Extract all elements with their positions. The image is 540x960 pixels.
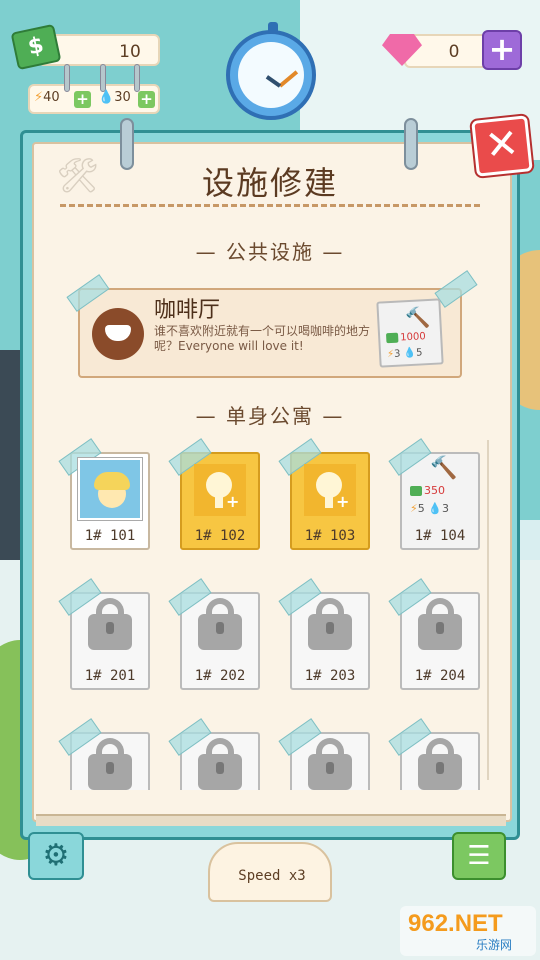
clock-knob <box>268 22 278 34</box>
room-water-value: 3 <box>441 502 449 515</box>
room-number-label: 1# 203 <box>304 668 356 684</box>
pin-icon <box>134 64 140 92</box>
lock-icon-slot <box>326 762 334 774</box>
room-card[interactable]: +1# 102 <box>168 438 260 550</box>
cafe-water-value: 5 <box>415 347 423 359</box>
room-energy-value: 5 <box>417 502 429 515</box>
water-icon: 💧 <box>428 502 442 515</box>
room-card[interactable]: 1# 202 <box>168 578 260 690</box>
add-energy-button[interactable]: + <box>74 91 91 108</box>
clock-hand-minute <box>278 70 299 88</box>
watermark-sub: 乐游网 <box>476 938 513 952</box>
room-number-label: 1# 202 <box>194 668 246 684</box>
energy-icon: ⚡ <box>410 502 418 515</box>
speed-button[interactable]: Speed x3 <box>208 842 332 902</box>
lock-icon-slot <box>436 622 444 634</box>
room-card[interactable] <box>388 718 480 790</box>
cafe-name: 咖啡厅 <box>154 298 221 323</box>
room-card[interactable]: 1# 203 <box>278 578 370 690</box>
add-gems-button[interactable]: + <box>482 30 522 70</box>
cafe-facility-card[interactable]: 咖啡厅 谁不喜欢附近就有一个可以喝咖啡的地方呢？Everyone will lo… <box>66 270 478 378</box>
cafe-description: 谁不喜欢附近就有一个可以喝咖啡的地方呢？Everyone will love i… <box>154 324 371 353</box>
room-card[interactable]: +1# 103 <box>278 438 370 550</box>
clock-hand-hour <box>265 75 282 88</box>
panel-bottom-edge <box>36 814 506 826</box>
room-card[interactable]: 1# 201 <box>58 578 150 690</box>
energy-counter: ⚡40 <box>34 90 60 105</box>
resource-bar: ⚡40 + 💧30 + <box>28 64 160 114</box>
water-icon: 💧 <box>403 347 417 360</box>
water-icon: 💧 <box>98 90 115 105</box>
room-resources: ⚡5 💧3 <box>410 502 449 515</box>
hammer-icon: 🔨 <box>404 304 431 331</box>
room-card[interactable]: 1# 204 <box>388 578 480 690</box>
tenant-hair <box>94 472 130 490</box>
room-number-label: 1# 101 <box>84 528 136 544</box>
room-number-label: 1# 204 <box>414 668 466 684</box>
room-number-label: 1# 103 <box>304 528 356 544</box>
clock-icon[interactable] <box>226 22 316 120</box>
cafe-cost: 1000 <box>385 331 426 344</box>
pin-icon <box>64 64 70 92</box>
cafe-resources: ⚡3 💧5 <box>387 347 423 360</box>
coffee-cup-icon <box>92 308 144 360</box>
cash-icon <box>410 486 422 496</box>
lock-icon-slot <box>106 622 114 634</box>
clock-face <box>238 42 304 108</box>
room-card[interactable]: 🔨 350 ⚡5 💧3 1# 104 <box>388 438 480 550</box>
panel-title: 设施修建 <box>201 164 338 202</box>
room-number-label: 1# 201 <box>84 668 136 684</box>
cafe-cost-value: 1000 <box>399 331 426 344</box>
room-card[interactable] <box>58 718 150 790</box>
room-card[interactable] <box>168 718 260 790</box>
cafe-build-card[interactable]: 🔨 1000 ⚡3 💧5 <box>376 298 444 368</box>
add-water-button[interactable]: + <box>138 91 155 108</box>
task-list-button[interactable]: ☰ <box>452 832 506 880</box>
room-cost-value: 350 <box>424 484 445 497</box>
public-section-title: — 公共设施 — <box>195 240 345 264</box>
room-card[interactable] <box>278 718 370 790</box>
cash-icon <box>385 332 399 344</box>
plus-icon: + <box>336 492 350 511</box>
water-value: 30 <box>114 90 131 105</box>
speed-label: Speed x3 <box>238 868 306 884</box>
room-cost: 350 <box>410 484 445 497</box>
lock-icon-slot <box>326 622 334 634</box>
room-number-label: 1# 104 <box>414 528 466 544</box>
tenant-portrait <box>78 458 142 520</box>
water-counter: 💧30 <box>98 90 131 105</box>
room-grid: 1# 101 +1# 102 +1# 103 🔨 350 ⚡5 💧3 1# 104 1# 20… <box>34 432 484 790</box>
watermark-logo: 962.NET 乐游网 <box>400 906 536 956</box>
scrollbar-track[interactable] <box>487 440 489 780</box>
pin-icon <box>100 64 106 92</box>
watermark-main: 962.NET <box>408 910 503 937</box>
apartment-section-title: — 单身公寓 — <box>195 404 345 428</box>
lock-icon-slot <box>216 622 224 634</box>
title-divider <box>60 204 480 207</box>
energy-value: 40 <box>43 90 60 105</box>
room-card[interactable]: 1# 101 <box>58 438 150 550</box>
lock-icon-slot <box>106 762 114 774</box>
room-number-label: 1# 102 <box>194 528 246 544</box>
lock-icon-slot <box>216 762 224 774</box>
energy-icon: ⚡ <box>34 90 44 105</box>
hammer-icon: 🔨 <box>430 456 458 481</box>
settings-gear-button[interactable]: ⚙ <box>28 832 84 880</box>
gem-value: 0 <box>448 42 460 62</box>
plus-icon: + <box>226 492 240 511</box>
money-value: 10 <box>119 42 141 62</box>
cafe-energy-value: 3 <box>393 348 401 360</box>
lock-icon-slot <box>436 762 444 774</box>
